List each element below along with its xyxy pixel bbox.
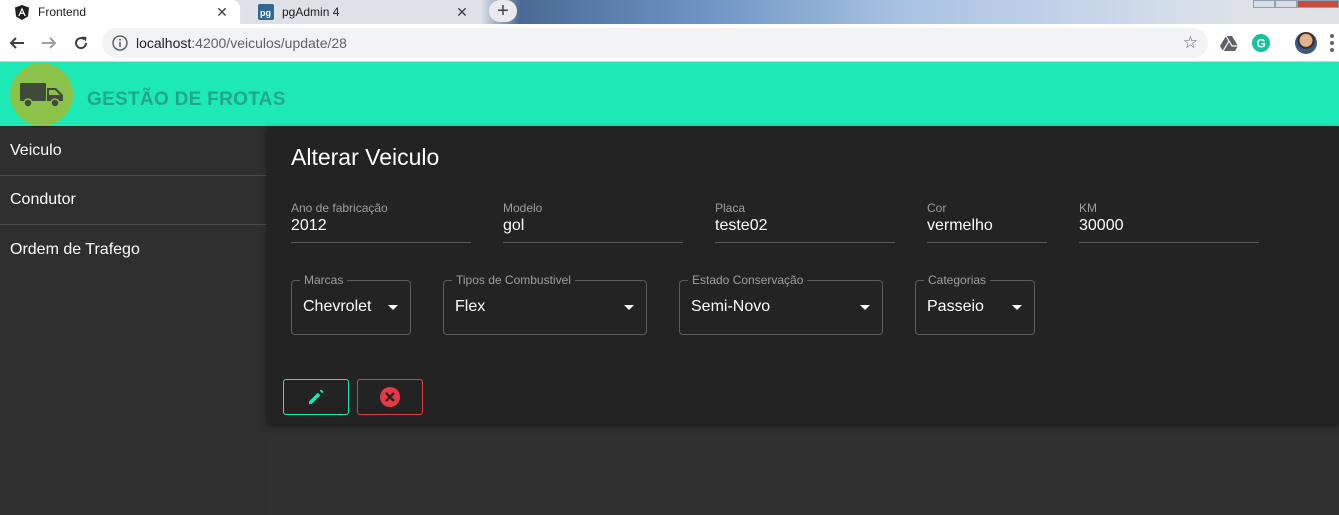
placa-field[interactable]: Placa — [715, 201, 895, 243]
reload-icon[interactable] — [70, 32, 92, 54]
select-label: Tipos de Combustivel — [452, 273, 575, 287]
svg-text:G: G — [1257, 37, 1266, 51]
km-field[interactable]: KM — [1079, 201, 1259, 243]
tab-title: pgAdmin 4 — [282, 5, 340, 19]
sidebar-item-condutor[interactable]: Condutor — [0, 176, 267, 225]
browser-tab-frontend[interactable]: Frontend ✕ — [0, 0, 240, 24]
info-icon[interactable] — [112, 35, 128, 56]
sidebar: Veiculo Condutor Ordem de Trafego — [0, 127, 267, 515]
field-label: KM — [1079, 201, 1097, 215]
select-value: Chevrolet — [303, 298, 372, 315]
ano-fabricacao-field[interactable]: Ano de fabricação — [291, 201, 471, 243]
placa-input[interactable] — [715, 217, 895, 235]
cor-field[interactable]: Cor — [927, 201, 1047, 243]
forward-icon[interactable] — [38, 32, 60, 54]
sidebar-item-veiculo[interactable]: Veiculo — [0, 127, 267, 176]
modelo-field[interactable]: Modelo — [503, 201, 683, 243]
window-controls[interactable] — [1253, 0, 1339, 8]
browser-tabstrip: Frontend ✕ pg pgAdmin 4 ✕ + — [0, 0, 1339, 24]
marcas-select[interactable]: Marcas Chevrolet — [291, 273, 411, 335]
back-icon[interactable] — [6, 32, 28, 54]
close-window-button[interactable] — [1297, 0, 1339, 8]
pgadmin-icon: pg — [258, 4, 274, 20]
field-label: Cor — [927, 201, 947, 215]
field-label: Modelo — [503, 201, 543, 215]
url-text: localhost:4200/veiculos/update/28 — [136, 35, 347, 51]
edit-button[interactable] — [283, 379, 349, 415]
main-content: Alterar Veiculo Ano de fabricação Modelo… — [267, 127, 1339, 515]
dropdown-arrow-icon — [624, 305, 634, 310]
profile-avatar[interactable] — [1295, 32, 1317, 54]
address-bar[interactable]: localhost:4200/veiculos/update/28 ☆ — [102, 28, 1208, 58]
select-label: Estado Conservação — [688, 273, 808, 287]
angular-icon — [14, 4, 30, 20]
truck-logo-icon — [10, 63, 73, 126]
cor-input[interactable] — [927, 217, 1047, 235]
browser-toolbar: localhost:4200/veiculos/update/28 ☆ G — [0, 24, 1339, 62]
field-label: Ano de fabricação — [291, 201, 388, 215]
select-value: Flex — [455, 298, 486, 315]
grammarly-icon[interactable]: G — [1251, 33, 1271, 53]
minimize-button[interactable] — [1253, 0, 1275, 8]
vehicle-form-card: Alterar Veiculo Ano de fabricação Modelo… — [267, 127, 1339, 424]
sidebar-item-label: Veiculo — [10, 142, 62, 159]
close-tab-icon[interactable]: ✕ — [214, 4, 230, 20]
select-value: Semi-Novo — [691, 298, 771, 315]
select-label: Marcas — [300, 273, 348, 287]
ano-fabricacao-input[interactable] — [291, 217, 471, 235]
close-tab-icon[interactable]: ✕ — [454, 4, 470, 20]
chrome-menu-icon[interactable] — [1330, 34, 1334, 52]
dropdown-arrow-icon — [1012, 305, 1022, 310]
svg-text:pg: pg — [260, 8, 271, 18]
url-host: localhost — [136, 35, 192, 51]
cancel-button[interactable] — [357, 379, 423, 415]
sidebar-item-ordem-de-trafego[interactable]: Ordem de Trafego — [0, 225, 267, 274]
tipos-combustivel-select[interactable]: Tipos de Combustivel Flex — [443, 273, 647, 335]
url-path: :4200/veiculos/update/28 — [191, 35, 347, 51]
field-label: Placa — [715, 201, 746, 215]
categorias-select[interactable]: Categorias Passeio — [915, 273, 1035, 335]
tab-title: Frontend — [38, 5, 87, 19]
sidebar-item-label: Condutor — [10, 191, 76, 208]
pencil-icon — [309, 389, 324, 404]
dropdown-arrow-icon — [860, 305, 870, 310]
cancel-circle-icon — [380, 387, 400, 407]
km-input[interactable] — [1079, 217, 1259, 235]
app-brand-title: GESTÃO DE FROTAS — [87, 89, 286, 110]
browser-tab-pgadmin[interactable]: pg pgAdmin 4 ✕ — [244, 0, 480, 24]
select-label: Categorias — [924, 273, 991, 287]
modelo-input[interactable] — [503, 217, 683, 235]
maximize-button[interactable] — [1275, 0, 1297, 8]
bookmark-star-icon[interactable]: ☆ — [1183, 33, 1198, 53]
page-title: Alterar Veiculo — [291, 144, 440, 170]
google-drive-icon[interactable] — [1219, 33, 1239, 53]
select-value: Passeio — [927, 298, 984, 315]
sidebar-item-label: Ordem de Trafego — [10, 240, 140, 258]
new-tab-button[interactable]: + — [489, 0, 517, 22]
dropdown-arrow-icon — [388, 305, 398, 310]
estado-conservacao-select[interactable]: Estado Conservação Semi-Novo — [679, 273, 883, 335]
app-header: GESTÃO DE FROTAS — [0, 62, 1339, 126]
